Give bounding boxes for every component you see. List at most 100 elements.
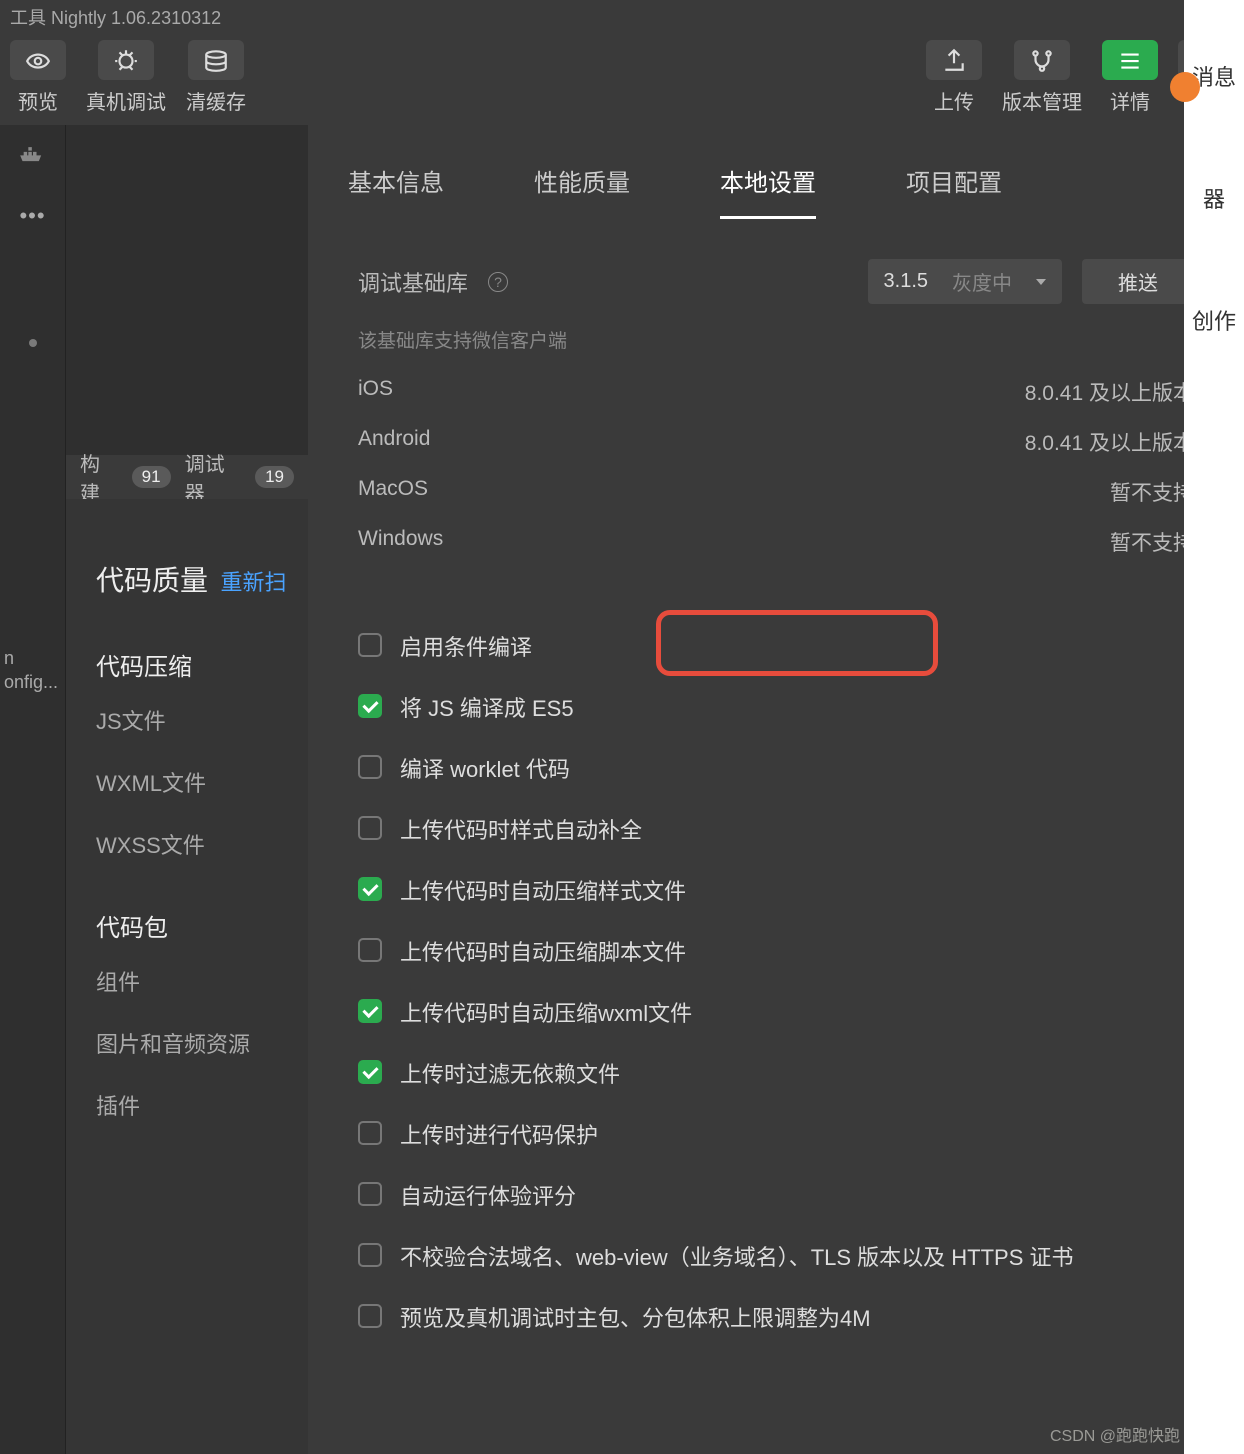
sidebar-item[interactable]: JS文件 xyxy=(96,704,308,736)
upload-icon xyxy=(926,40,982,80)
version-value: 3.1.5 xyxy=(884,270,928,293)
check-row: 上传代码时样式自动补全 xyxy=(358,800,1194,861)
sidebar-title: 代码质量 xyxy=(96,565,208,596)
sidebar-item[interactable]: WXSS文件 xyxy=(96,828,308,860)
sidebar-section-title: 代码包 xyxy=(96,908,308,943)
settings-tabs: 基本信息 性能质量 本地设置 项目配置 xyxy=(308,125,1244,219)
chevron-down-icon xyxy=(1036,279,1046,285)
status-dot xyxy=(29,339,37,347)
checkbox-label: 自动运行体验评分 xyxy=(400,1180,576,1213)
code-quality-sidebar: 代码质量 重新扫 代码压缩 JS文件 WXML文件 WXSS文件代码包组件图片和音频资… xyxy=(66,499,308,1454)
more-icon[interactable]: ••• xyxy=(19,203,45,229)
checkbox[interactable] xyxy=(358,877,382,901)
right-item[interactable]: 创作 xyxy=(1192,304,1236,336)
panel-tabs: 构建 91 调试器 19 xyxy=(66,455,308,499)
debug-lib-label: 调试基础库 xyxy=(358,266,468,298)
sidebar-item[interactable]: WXML文件 xyxy=(96,766,308,798)
checkbox-label: 预览及真机调试时主包、分包体积上限调整为4M xyxy=(400,1302,871,1335)
toolbar-label: 版本管理 xyxy=(1002,86,1082,115)
checkbox[interactable] xyxy=(358,1304,382,1328)
checkbox-label: 编译 worklet 代码 xyxy=(400,753,570,786)
activity-bar: ••• n onfig... xyxy=(0,125,66,1454)
settings-tab[interactable]: 基本信息 xyxy=(348,163,444,219)
toolbar-label: 真机调试 xyxy=(86,86,166,115)
details-button[interactable]: 详情 xyxy=(1102,40,1158,115)
support-row: iOS8.0.41 及以上版本 xyxy=(358,367,1194,417)
checkbox-label: 上传代码时自动压缩脚本文件 xyxy=(400,936,686,969)
clear-cache-button[interactable]: 清缓存 xyxy=(186,40,246,115)
checkbox[interactable] xyxy=(358,816,382,840)
support-header: 该基础库支持微信客户端 xyxy=(358,326,1194,353)
clear-cache-icon xyxy=(188,40,244,80)
checkbox[interactable] xyxy=(358,1243,382,1267)
checkbox[interactable] xyxy=(358,633,382,657)
check-row: 上传代码时自动压缩脚本文件 xyxy=(358,922,1194,983)
tab-debugger[interactable]: 调试器 xyxy=(185,448,242,506)
check-row: 编译 worklet 代码 xyxy=(358,739,1194,800)
upload-button[interactable]: 上传 xyxy=(926,40,982,115)
settings-tab[interactable]: 性能质量 xyxy=(534,163,630,219)
check-row: 上传时进行代码保护 xyxy=(358,1105,1194,1166)
settings-content: 基本信息 性能质量 本地设置 项目配置 调试基础库 ? 3.1.5 灰度中 推送 该基… xyxy=(308,125,1244,1454)
watermark: CSDN @跑跑快跑 xyxy=(1050,1422,1180,1446)
tab-build[interactable]: 构建 xyxy=(80,448,118,506)
support-row: Android8.0.41 及以上版本 xyxy=(358,417,1194,467)
main-toolbar: 预览真机调试清缓存 上传版本管理详情消息 xyxy=(0,30,1244,125)
checkbox[interactable] xyxy=(358,755,382,779)
preview-button[interactable]: 预览 xyxy=(10,40,66,115)
checkbox-label: 上传时过滤无依赖文件 xyxy=(400,1058,620,1091)
right-sidebar: 消息 器 创作 xyxy=(1184,0,1244,1454)
settings-tab[interactable]: 本地设置 xyxy=(720,163,816,219)
sidebar-item[interactable]: 组件 xyxy=(96,965,308,997)
checkbox-label: 启用条件编译 xyxy=(400,631,532,664)
rescan-link[interactable]: 重新扫 xyxy=(220,570,286,595)
support-row: Windows暂不支持 xyxy=(358,517,1194,567)
checkbox[interactable] xyxy=(358,1121,382,1145)
version-icon xyxy=(1014,40,1070,80)
toolbar-label: 上传 xyxy=(934,86,974,115)
checkbox[interactable] xyxy=(358,1182,382,1206)
sidebar-item[interactable]: 图片和音频资源 xyxy=(96,1027,308,1059)
checkbox-label: 上传时进行代码保护 xyxy=(400,1119,598,1152)
version-button[interactable]: 版本管理 xyxy=(1002,40,1082,115)
details-icon xyxy=(1102,40,1158,80)
window-titlebar: 工具 Nightly 1.06.2310312 xyxy=(0,0,1244,30)
toolbar-label: 详情 xyxy=(1110,86,1150,115)
real-debug-icon xyxy=(98,40,154,80)
preview-icon xyxy=(10,40,66,80)
help-icon[interactable]: ? xyxy=(488,272,508,292)
check-row: 上传代码时自动压缩wxml文件 xyxy=(358,983,1194,1044)
build-count-badge: 91 xyxy=(132,466,171,488)
checkbox-label: 不校验合法域名、web-view（业务域名）、TLS 版本以及 HTTPS 证书 xyxy=(400,1241,1074,1274)
toolbar-label: 预览 xyxy=(18,86,58,115)
check-row: 自动运行体验评分 xyxy=(358,1166,1194,1227)
truncated-filename: n onfig... xyxy=(0,647,65,694)
checkbox[interactable] xyxy=(358,694,382,718)
check-row: 启用条件编译 xyxy=(358,617,1194,678)
real-debug-button[interactable]: 真机调试 xyxy=(86,40,166,115)
sidebar-item[interactable]: 插件 xyxy=(96,1089,308,1121)
checkbox-label: 上传代码时自动压缩样式文件 xyxy=(400,875,686,908)
version-select[interactable]: 3.1.5 灰度中 xyxy=(868,259,1062,304)
settings-tab[interactable]: 项目配置 xyxy=(906,163,1002,219)
check-row: 将 JS 编译成 ES5 xyxy=(358,678,1194,739)
check-row: 预览及真机调试时主包、分包体积上限调整为4M xyxy=(358,1288,1194,1349)
check-row: 上传代码时自动压缩样式文件 xyxy=(358,861,1194,922)
support-row: MacOS暂不支持 xyxy=(358,467,1194,517)
checkbox[interactable] xyxy=(358,1060,382,1084)
docker-icon[interactable] xyxy=(19,143,47,163)
toolbar-label: 清缓存 xyxy=(186,86,246,115)
sidebar-section-title: 代码压缩 xyxy=(96,647,308,682)
checkbox[interactable] xyxy=(358,999,382,1023)
debugger-count-badge: 19 xyxy=(255,466,294,488)
push-button[interactable]: 推送 xyxy=(1082,259,1194,304)
checkbox-label: 上传代码时自动压缩wxml文件 xyxy=(400,997,692,1030)
checkbox-label: 将 JS 编译成 ES5 xyxy=(400,692,574,725)
check-row: 上传时过滤无依赖文件 xyxy=(358,1044,1194,1105)
notification-dot xyxy=(1170,72,1200,102)
checkbox[interactable] xyxy=(358,938,382,962)
checkbox-label: 上传代码时样式自动补全 xyxy=(400,814,642,847)
right-item[interactable]: 器 xyxy=(1203,182,1225,214)
version-status: 灰度中 xyxy=(952,267,1012,296)
check-row: 不校验合法域名、web-view（业务域名）、TLS 版本以及 HTTPS 证书 xyxy=(358,1227,1194,1288)
